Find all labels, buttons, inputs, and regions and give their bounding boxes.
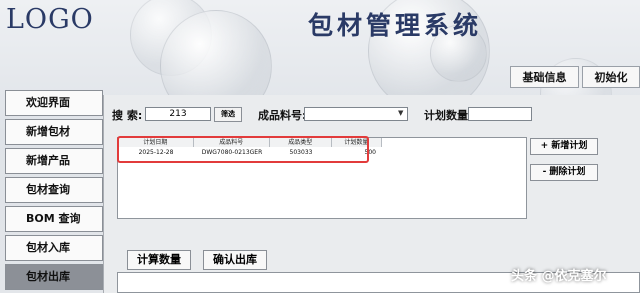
init-button[interactable]: 初始化 xyxy=(582,66,640,88)
delete-plan-button[interactable]: - 删除计划 xyxy=(530,164,598,181)
sidebar-item-welcome[interactable]: 欢迎界面 xyxy=(5,90,103,116)
sidebar-item-material-query[interactable]: 包材查询 xyxy=(5,177,103,203)
sidebar-item-stock-in[interactable]: 包材入库 xyxy=(5,235,103,261)
chevron-down-icon[interactable]: ▼ xyxy=(398,109,403,117)
add-plan-button[interactable]: + 新增计划 xyxy=(530,138,598,155)
sidebar-item-add-material[interactable]: 新增包材 xyxy=(5,119,103,145)
app-title: 包材管理系统 xyxy=(308,11,483,40)
basic-info-button[interactable]: 基础信息 xyxy=(510,66,579,88)
calc-qty-button[interactable]: 计算数量 xyxy=(127,250,191,270)
confirm-out-button[interactable]: 确认出库 xyxy=(203,250,267,270)
product-code-select[interactable] xyxy=(304,107,408,121)
plan-qty-label: 计划数量: xyxy=(424,109,473,122)
sidebar: 欢迎界面 新增包材 新增产品 包材查询 BOM 查询 包材入库 包材出库 xyxy=(5,90,103,293)
product-code-label: 成品料号: xyxy=(258,109,307,122)
search-label: 搜 索: xyxy=(112,109,143,122)
sidebar-item-stock-out[interactable]: 包材出库 xyxy=(5,264,103,290)
filter-button[interactable]: 筛选 xyxy=(214,107,242,122)
plan-qty-input[interactable] xyxy=(468,107,532,121)
sidebar-item-add-product[interactable]: 新增产品 xyxy=(5,148,103,174)
sidebar-item-bom-query[interactable]: BOM 查询 xyxy=(5,206,103,232)
highlight-box xyxy=(117,136,369,163)
search-input[interactable]: 213 xyxy=(145,107,211,121)
logo: LOGO xyxy=(6,4,94,35)
watermark: 头条 @依克塞尔 xyxy=(511,269,607,284)
